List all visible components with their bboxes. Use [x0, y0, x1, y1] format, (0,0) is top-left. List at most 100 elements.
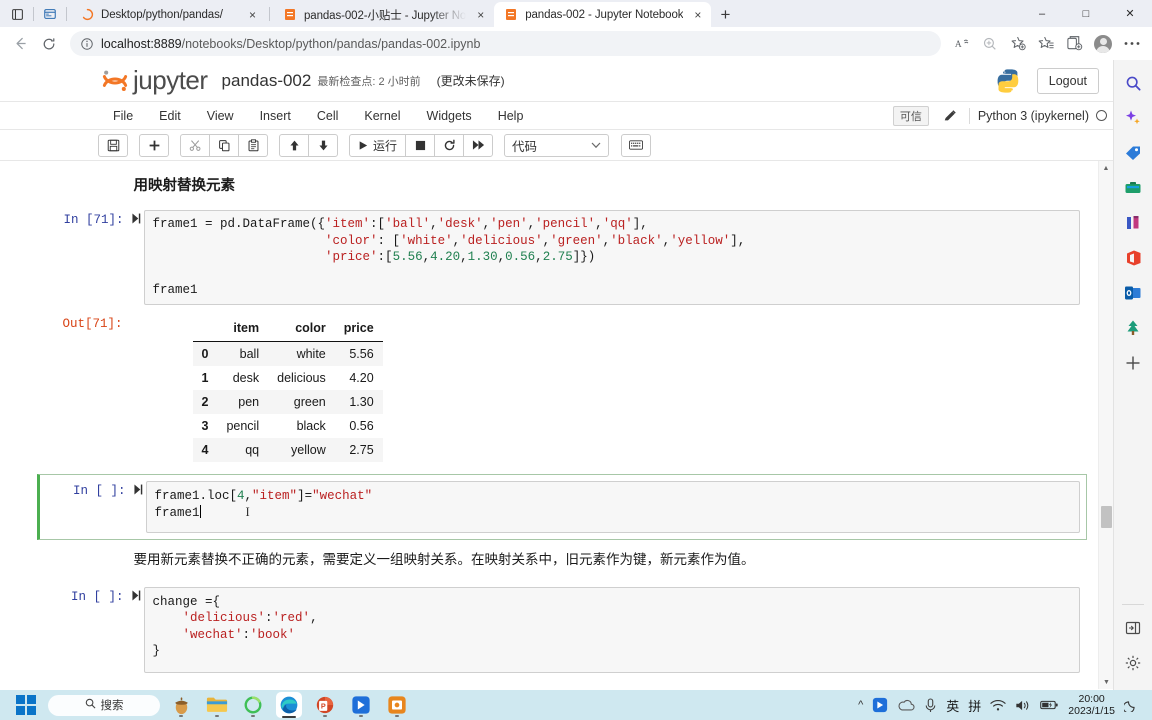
- play-marker-icon-2[interactable]: [132, 481, 146, 498]
- scroll-down-arrow-icon[interactable]: ▼: [1099, 675, 1113, 689]
- taskbar-clock[interactable]: 20:00 2023/1/15: [1068, 693, 1115, 717]
- powerpoint-icon[interactable]: P: [312, 692, 338, 718]
- menu-file[interactable]: File: [100, 102, 146, 129]
- logout-button[interactable]: Logout: [1036, 67, 1099, 94]
- run-button[interactable]: 运行: [349, 133, 407, 157]
- kernel-name[interactable]: Python 3 (ipykernel): [978, 109, 1089, 123]
- menu-edit[interactable]: Edit: [146, 102, 194, 129]
- app-blue-icon[interactable]: [872, 697, 888, 713]
- moon-icon[interactable]: [1124, 698, 1138, 712]
- browser-tab-1[interactable]: Desktop/python/pandas/ ×: [70, 2, 266, 27]
- tab-search-icon[interactable]: [37, 1, 63, 27]
- menu-insert[interactable]: Insert: [247, 102, 304, 129]
- collections-icon[interactable]: [1060, 30, 1088, 58]
- favorites-icon[interactable]: [1032, 30, 1060, 58]
- cell-3-price: 0.56: [349, 418, 374, 433]
- windows-start-icon[interactable]: [16, 695, 36, 715]
- wifi-icon[interactable]: [990, 699, 1006, 712]
- markdown-paragraph[interactable]: 要用新元素替换不正确的元素，需要定义一组映射关系。在映射关系中，旧元素作为键，新…: [134, 550, 1087, 570]
- battery-icon[interactable]: [1040, 699, 1059, 711]
- back-icon[interactable]: [6, 30, 34, 58]
- file-explorer-icon[interactable]: [204, 692, 230, 718]
- cell-type-select[interactable]: 代码: [504, 133, 610, 157]
- tab-close-icon-3[interactable]: ×: [690, 7, 705, 22]
- tab-close-icon-2[interactable]: ×: [473, 7, 488, 22]
- acorn-icon[interactable]: [168, 692, 194, 718]
- markdown-heading[interactable]: 用映射替换元素: [134, 174, 1087, 195]
- play-marker-icon-3[interactable]: [130, 587, 144, 604]
- stop-square-icon[interactable]: [405, 133, 436, 157]
- play-marker-icon[interactable]: [130, 210, 144, 227]
- games-icon[interactable]: [1118, 173, 1148, 203]
- menu-widgets[interactable]: Widgets: [414, 102, 485, 129]
- paste-icon[interactable]: [238, 133, 268, 157]
- new-tab-button[interactable]: +: [711, 2, 739, 27]
- browser-tab-2[interactable]: pandas-002-小贴士 - Jupyter No ×: [273, 2, 494, 27]
- save-icon[interactable]: [98, 133, 128, 157]
- copilot-sparkle-icon[interactable]: [1118, 103, 1148, 133]
- notebook-scrollbar[interactable]: ▲ ▼: [1098, 161, 1113, 689]
- menu-help[interactable]: Help: [485, 102, 537, 129]
- tree-icon[interactable]: [1118, 313, 1148, 343]
- notebook-body[interactable]: 用映射替换元素 In [71]: frame1 = pd.DataFrame({…: [0, 161, 1113, 689]
- code-editor-2[interactable]: frame1.loc[4,"item"]="wechat" frame1 I: [145, 480, 1080, 533]
- pencil-icon[interactable]: [939, 109, 961, 123]
- address-bar[interactable]: localhost:8889/notebooks/Desktop/python/…: [70, 31, 941, 56]
- menu-cell[interactable]: Cell: [304, 102, 352, 129]
- fast-forward-icon[interactable]: [463, 133, 494, 157]
- maximize-button[interactable]: □: [1064, 0, 1108, 27]
- menu-view[interactable]: View: [194, 102, 247, 129]
- office-icon[interactable]: [1118, 243, 1148, 273]
- tray-chevron-icon[interactable]: ^: [858, 699, 863, 711]
- onedrive-icon[interactable]: [897, 699, 915, 711]
- browser-tab-3[interactable]: pandas-002 - Jupyter Notebook ×: [494, 2, 712, 27]
- mouse-ibeam-cursor: I: [245, 505, 250, 519]
- add-icon[interactable]: [1118, 348, 1148, 378]
- add-favorite-icon[interactable]: [1004, 30, 1032, 58]
- code-cell-4[interactable]: In [ ]: frame1.replace(change): [37, 686, 1087, 689]
- profile-icon[interactable]: [1088, 30, 1118, 58]
- reload-icon[interactable]: [35, 30, 63, 58]
- info-circle-icon[interactable]: [80, 37, 94, 51]
- code-cell-2-selected[interactable]: In [ ]: frame1.loc[4,"item"]="wechat" fr…: [36, 473, 1087, 540]
- scissors-icon[interactable]: [180, 133, 210, 157]
- outlook-icon[interactable]: [1118, 278, 1148, 308]
- notebook-name[interactable]: pandas-002: [222, 71, 312, 91]
- jupyter-logo[interactable]: jupyter: [100, 65, 208, 96]
- video-editor-icon[interactable]: [348, 692, 374, 718]
- screenshot-tool-icon[interactable]: [384, 692, 410, 718]
- settings-more-icon[interactable]: [1118, 30, 1146, 58]
- minimize-button[interactable]: –: [1020, 0, 1064, 27]
- zoom-icon[interactable]: [976, 30, 1004, 58]
- edge-icon[interactable]: [276, 692, 302, 718]
- speaker-icon[interactable]: [1015, 699, 1031, 712]
- keyboard-icon[interactable]: [621, 133, 652, 157]
- sidebar-toggle-icon[interactable]: [1118, 613, 1148, 643]
- microphone-icon[interactable]: [924, 697, 937, 713]
- tab-actions-icon[interactable]: [4, 1, 30, 27]
- scroll-up-arrow-icon[interactable]: ▲: [1099, 161, 1113, 175]
- tools-icon[interactable]: [1118, 208, 1148, 238]
- ime-lang-indicator[interactable]: 英: [946, 696, 959, 715]
- play-icon: [358, 140, 368, 151]
- code-cell-3[interactable]: In [ ]: change ={ 'delicious':'red', 'we…: [37, 580, 1087, 680]
- restart-circle-icon[interactable]: [434, 133, 465, 157]
- search-icon[interactable]: [1118, 68, 1148, 98]
- ring-app-icon[interactable]: [240, 692, 266, 718]
- tab-close-icon-1[interactable]: ×: [245, 7, 260, 22]
- read-aloud-icon[interactable]: A: [948, 30, 976, 58]
- code-editor-1[interactable]: frame1 = pd.DataFrame({'item':['ball','d…: [143, 210, 1080, 305]
- arrow-down-icon[interactable]: [308, 133, 338, 157]
- copy-icon[interactable]: [209, 133, 239, 157]
- close-window-button[interactable]: ✕: [1108, 0, 1152, 27]
- arrow-up-icon[interactable]: [279, 133, 309, 157]
- taskbar-search[interactable]: 搜索: [48, 694, 160, 716]
- code-editor-3[interactable]: change ={ 'delicious':'red', 'wechat':'b…: [143, 586, 1080, 673]
- ime-pinyin-indicator[interactable]: 拼: [968, 696, 981, 715]
- plus-icon[interactable]: [139, 133, 169, 157]
- code-cell-1[interactable]: In [71]: frame1 = pd.DataFrame({'item':[…: [37, 203, 1087, 312]
- menu-kernel[interactable]: Kernel: [351, 102, 413, 129]
- scrollbar-thumb[interactable]: [1101, 506, 1112, 528]
- settings-gear-icon[interactable]: [1118, 648, 1148, 678]
- shopping-tag-icon[interactable]: [1118, 138, 1148, 168]
